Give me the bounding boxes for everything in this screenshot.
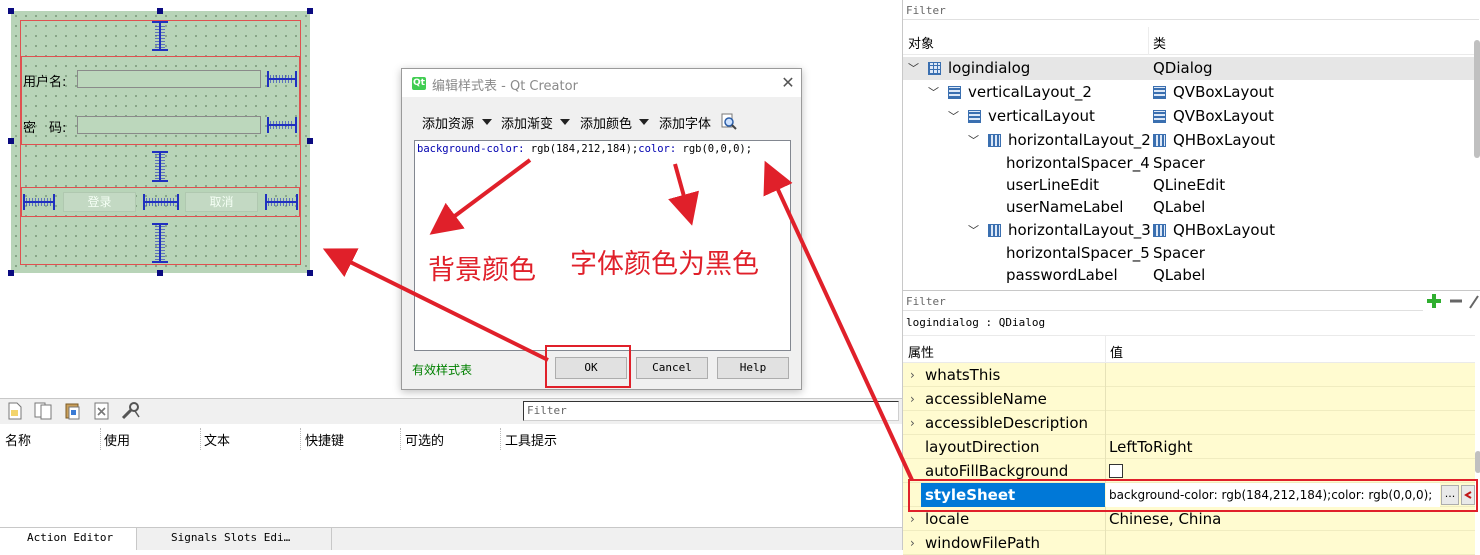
arrow-to-background-value: [429, 158, 532, 235]
annotation-arrows: [322, 158, 914, 481]
arrow-ok-to-form: [322, 248, 549, 362]
arrow-to-color-value: [668, 163, 699, 226]
arrow-property-to-editor: [763, 160, 914, 481]
